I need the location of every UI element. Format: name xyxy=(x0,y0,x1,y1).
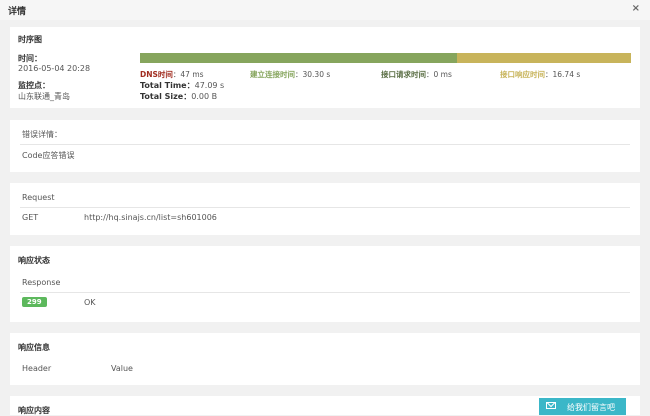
value-column: Value xyxy=(111,364,133,373)
timing-seg-response xyxy=(457,53,631,63)
response-status-card: 响应状态 Response 299 OK xyxy=(10,246,640,322)
request-card: Request GET http://hq.sinajs.cn/list=sh6… xyxy=(10,183,640,235)
feedback-label: 给我们留言吧 xyxy=(567,403,615,412)
mail-icon xyxy=(546,402,556,409)
error-label: 错误详情： xyxy=(22,130,62,139)
status-text: OK xyxy=(84,298,96,307)
error-value: Code应答错误 xyxy=(22,151,75,160)
monitor-label: 监控点： xyxy=(18,81,50,90)
request-header: Request xyxy=(22,193,55,202)
status-badge: 299 xyxy=(22,297,47,307)
total-time: Total Time：47.09 s xyxy=(140,81,225,90)
total-size: Total Size：0.00 B xyxy=(140,92,218,101)
time-label: 时间： xyxy=(18,54,42,63)
divider xyxy=(20,292,630,293)
request-method: GET xyxy=(22,213,39,222)
error-card: 错误详情： Code应答错误 xyxy=(10,120,640,172)
response-status-header: 响应状态 xyxy=(18,256,50,265)
dialog-titlebar: 详情 × xyxy=(0,0,650,20)
legend-dns: DNS时间：47 ms xyxy=(140,70,204,79)
time-value: 2016-05-04 20:28 xyxy=(18,64,91,73)
feedback-button[interactable]: 给我们留言吧 xyxy=(539,398,626,415)
dialog-title: 详情 xyxy=(8,7,27,17)
request-url: http://hq.sinajs.cn/list=sh601006 xyxy=(84,213,217,222)
legend-connect: 建立连接时间：30.30 s xyxy=(250,70,331,79)
divider xyxy=(20,144,630,145)
timing-card: 时序图 时间： 2016-05-04 20:28 监控点： 山东联通_青岛 DN… xyxy=(10,27,640,108)
response-info-header: 响应信息 xyxy=(18,343,50,352)
response-body-header: 响应内容 xyxy=(18,406,50,415)
header-column: Header xyxy=(22,364,52,373)
close-icon[interactable]: × xyxy=(632,3,640,14)
monitor-value: 山东联通_青岛 xyxy=(18,92,70,101)
divider xyxy=(20,207,630,208)
timing-header: 时序图 xyxy=(18,35,42,44)
timing-bar xyxy=(140,53,631,63)
response-sub-header: Response xyxy=(22,278,61,287)
response-info-card: 响应信息 Header Value xyxy=(10,333,640,385)
legend-request: 接口请求时间：0 ms xyxy=(381,70,452,79)
legend-response: 接口响应时间：16.74 s xyxy=(500,70,581,79)
timing-seg-connect xyxy=(140,53,457,63)
